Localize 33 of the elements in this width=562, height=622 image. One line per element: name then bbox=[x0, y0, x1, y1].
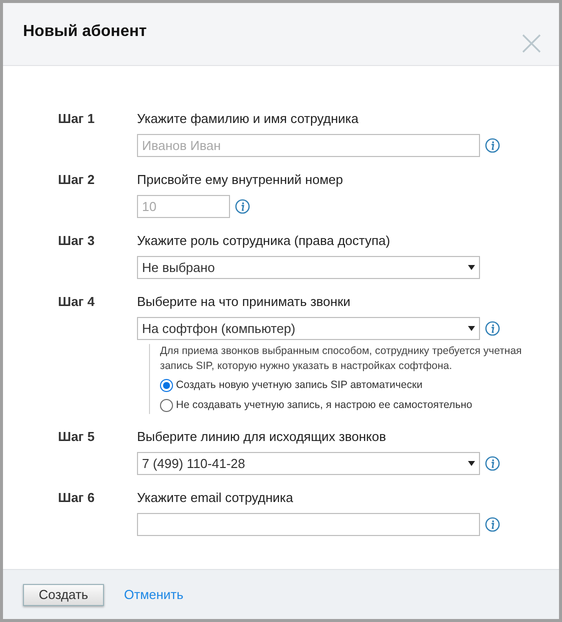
dropdown[interactable]: Не выбрано bbox=[137, 256, 480, 279]
caret-icon bbox=[468, 326, 475, 331]
step-prompt: Укажите email сотрудника bbox=[137, 489, 294, 507]
create-button[interactable]: Создать bbox=[23, 584, 104, 606]
step-label: Шаг 2 bbox=[58, 171, 96, 189]
text-field[interactable]: Иванов Иван bbox=[137, 134, 480, 157]
dropdown[interactable]: 7 (499) 110-41-28 bbox=[137, 452, 480, 475]
step-label: Шаг 1 bbox=[58, 110, 96, 128]
radio-button[interactable] bbox=[160, 378, 173, 392]
text-field[interactable]: 10 bbox=[137, 195, 230, 218]
radio-button[interactable] bbox=[160, 398, 173, 412]
radio-label: Не создавать учетную запись, я настрою ее самостоятельно bbox=[176, 398, 472, 413]
step-prompt: Присвойте ему внутренний номер bbox=[137, 171, 343, 189]
text-field[interactable] bbox=[137, 513, 480, 536]
caret-icon bbox=[468, 461, 475, 466]
dialog-title: Новый абонент bbox=[23, 22, 147, 42]
step-label: Шаг 6 bbox=[58, 489, 96, 507]
step-label: Шаг 5 bbox=[58, 428, 96, 446]
dropdown[interactable]: На софтфон (компьютер) bbox=[137, 317, 480, 340]
step-label: Шаг 3 bbox=[58, 232, 96, 250]
info-icon[interactable] bbox=[485, 517, 500, 532]
info-icon[interactable] bbox=[485, 138, 500, 153]
step-label: Шаг 4 bbox=[58, 293, 96, 311]
step-prompt: Укажите фамилию и имя сотрудника bbox=[137, 110, 360, 128]
caret-icon bbox=[468, 265, 475, 270]
info-icon[interactable] bbox=[485, 456, 500, 471]
radio-label: Создать новую учетную запись SIP автоматически bbox=[176, 378, 422, 393]
step-prompt: Выберите линию для исходящих звонков bbox=[137, 428, 388, 446]
step-prompt: Укажите роль сотрудника (права доступа) bbox=[137, 232, 392, 250]
note-text: Для приема звонков выбранным способом, сотруднику требуется учетная запись SIP, которую нужно указать в настройках софтфона. bbox=[160, 344, 523, 374]
info-icon[interactable] bbox=[485, 321, 500, 336]
step-prompt: Выберите на что принимать звонки bbox=[137, 293, 352, 311]
info-icon[interactable] bbox=[235, 199, 250, 214]
